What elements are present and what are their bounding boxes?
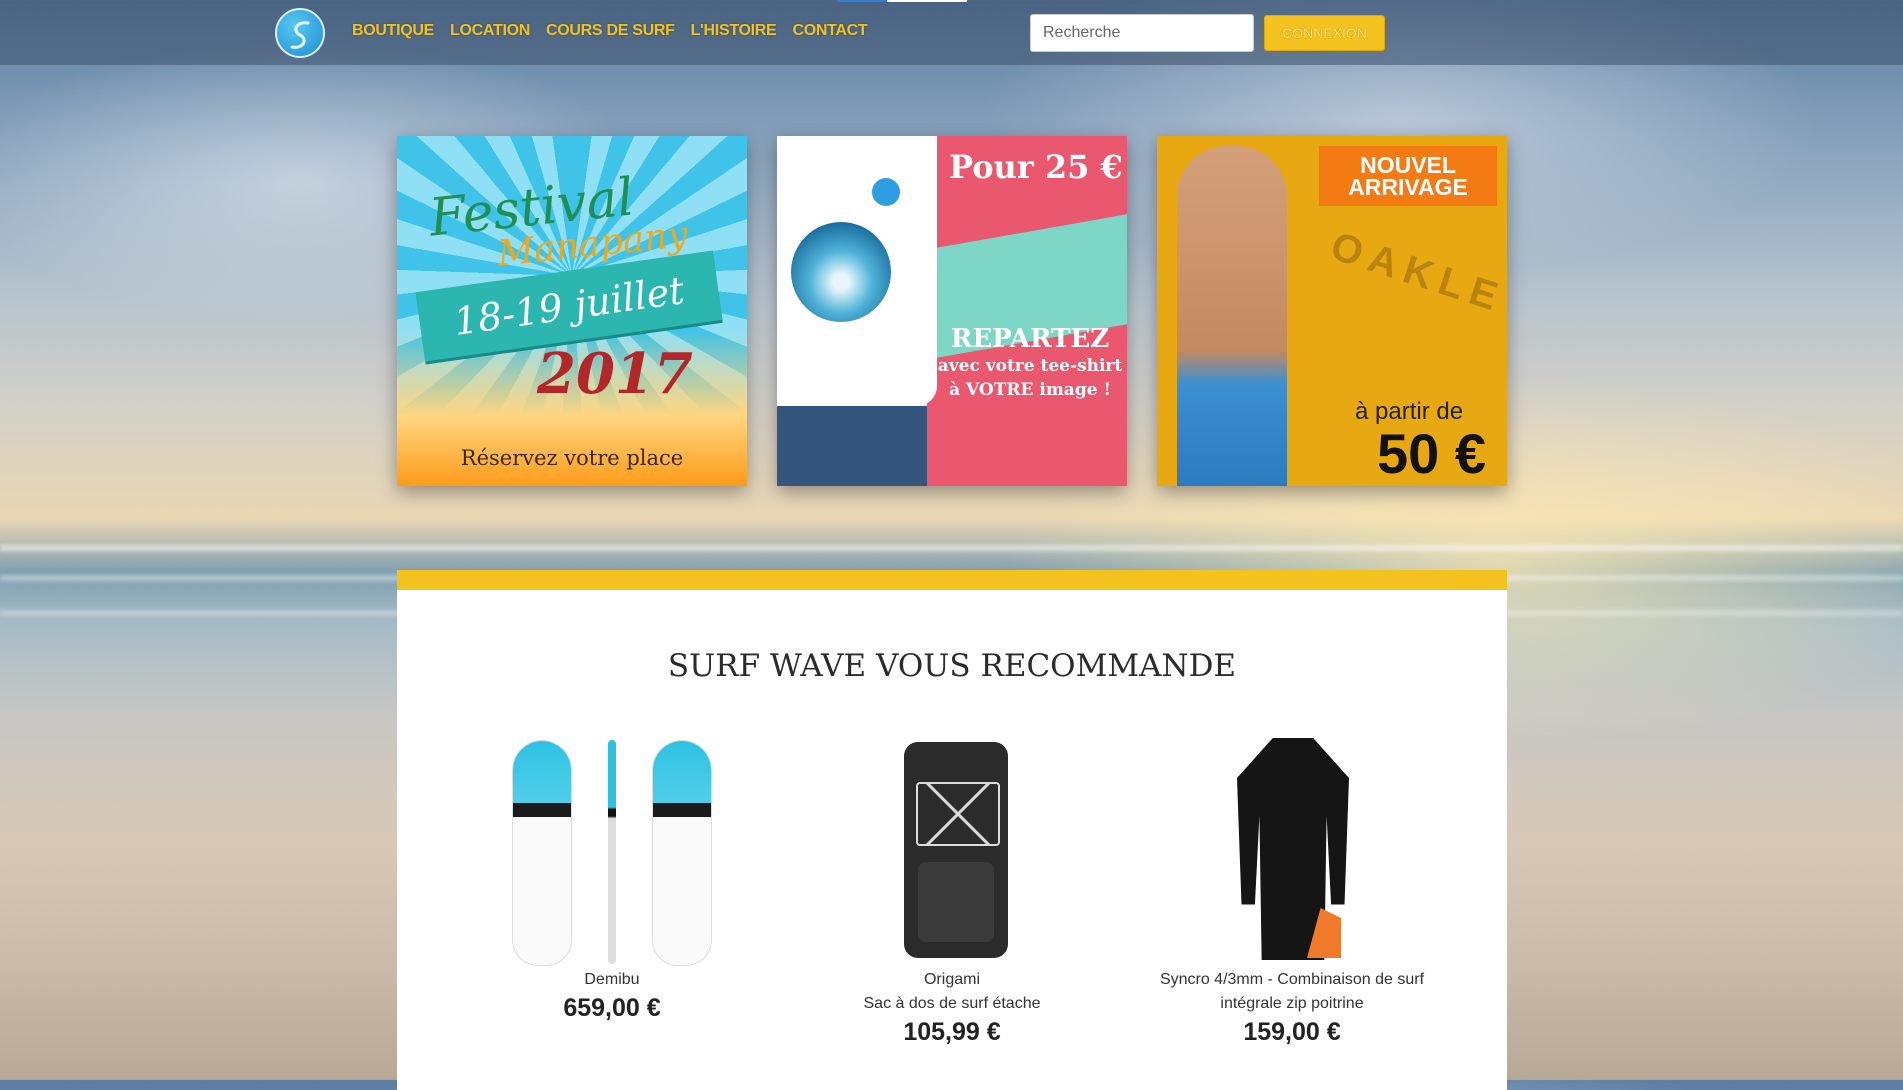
tshirt-subline-2: à VOTRE image ! bbox=[949, 380, 1111, 400]
surfboard-side-icon bbox=[608, 740, 616, 964]
product-name[interactable]: Syncro 4/3mm - Combinaison de surf intég… bbox=[1107, 968, 1477, 1016]
product-image-surfboard[interactable] bbox=[427, 730, 797, 966]
banner-tshirt[interactable]: Pour 25 € REPARTEZ avec votre tee-shirt … bbox=[777, 136, 1127, 486]
tshirt-subline: avec votre tee-shirt à VOTRE image ! bbox=[935, 354, 1125, 402]
browser-tab-indicator bbox=[837, 0, 967, 2]
top-navigation-bar: BOUTIQUE LOCATION COURS DE SURF L'HISTOI… bbox=[0, 0, 1903, 65]
product-price: 159,00 € bbox=[1243, 1018, 1341, 1046]
product-image-wetsuit[interactable] bbox=[1107, 730, 1477, 960]
nav-histoire[interactable]: L'HISTOIRE bbox=[691, 22, 777, 40]
festival-cta: Réservez votre place bbox=[460, 446, 684, 470]
surfboard-front-icon bbox=[512, 740, 572, 966]
nav-cours-de-surf[interactable]: COURS DE SURF bbox=[546, 22, 675, 40]
tshirt-price: Pour 25 € bbox=[949, 148, 1123, 186]
recommendations-title: SURF WAVE VOUS RECOMMANDE bbox=[667, 648, 1237, 684]
new-arrival-line-1: NOUVEL bbox=[1360, 152, 1456, 178]
product-subtitle: intégrale zip poitrine bbox=[1220, 995, 1364, 1012]
oakley-brand-watermark: OAKLEY bbox=[1325, 223, 1507, 333]
nav-location[interactable]: LOCATION bbox=[450, 22, 530, 40]
main-menu: BOUTIQUE LOCATION COURS DE SURF L'HISTOI… bbox=[352, 22, 868, 40]
product-image-backpack[interactable] bbox=[767, 730, 1137, 960]
arrival-price: 50 € bbox=[1377, 422, 1486, 485]
product-price: 659,00 € bbox=[563, 994, 661, 1022]
jeans-image bbox=[777, 406, 927, 486]
festival-year: 2017 bbox=[537, 341, 693, 407]
model-image bbox=[1177, 146, 1287, 486]
login-button[interactable]: CONNEXION bbox=[1264, 15, 1385, 51]
product-card-demibu[interactable]: Demibu 659,00 € bbox=[427, 730, 797, 1023]
surfer-print-image bbox=[791, 222, 891, 322]
shirt-logo-icon bbox=[872, 178, 900, 206]
wave-line bbox=[0, 545, 1903, 551]
nav-contact[interactable]: CONTACT bbox=[792, 22, 867, 40]
product-card-origami[interactable]: Origami Sac à dos de surf étache 105,99 … bbox=[767, 730, 1137, 1047]
recommendations-panel: SURF WAVE VOUS RECOMMANDE Demibu 659,00 … bbox=[397, 570, 1507, 1090]
nav-boutique[interactable]: BOUTIQUE bbox=[352, 22, 434, 40]
surf-wave-logo-icon[interactable] bbox=[275, 8, 325, 58]
product-name[interactable]: Demibu bbox=[427, 968, 797, 992]
product-subtitle: Sac à dos de surf étache bbox=[863, 995, 1041, 1012]
product-title: Origami bbox=[923, 971, 980, 988]
search-input[interactable] bbox=[1030, 14, 1254, 52]
surfboard-back-icon bbox=[652, 740, 712, 966]
tshirt-headline: REPARTEZ bbox=[950, 324, 1110, 354]
banner-festival[interactable]: Festival Manapany 18-19 juillet 2017 Rés… bbox=[397, 136, 747, 486]
product-card-syncro[interactable]: Syncro 4/3mm - Combinaison de surf intég… bbox=[1107, 730, 1477, 1047]
new-arrival-tag: NOUVEL ARRIVAGE bbox=[1319, 146, 1497, 206]
new-arrival-line-2: ARRIVAGE bbox=[1348, 174, 1468, 200]
product-title: Syncro 4/3mm - Combinaison de surf bbox=[1159, 971, 1425, 988]
tshirt-subline-1: avec votre tee-shirt bbox=[937, 356, 1123, 376]
backpack-icon bbox=[904, 742, 1008, 958]
product-name[interactable]: Origami Sac à dos de surf étache bbox=[767, 968, 1137, 1016]
banner-new-arrival[interactable]: OAKLEY NOUVEL ARRIVAGE à partir de 50 € bbox=[1157, 136, 1507, 486]
product-price: 105,99 € bbox=[903, 1018, 1001, 1046]
